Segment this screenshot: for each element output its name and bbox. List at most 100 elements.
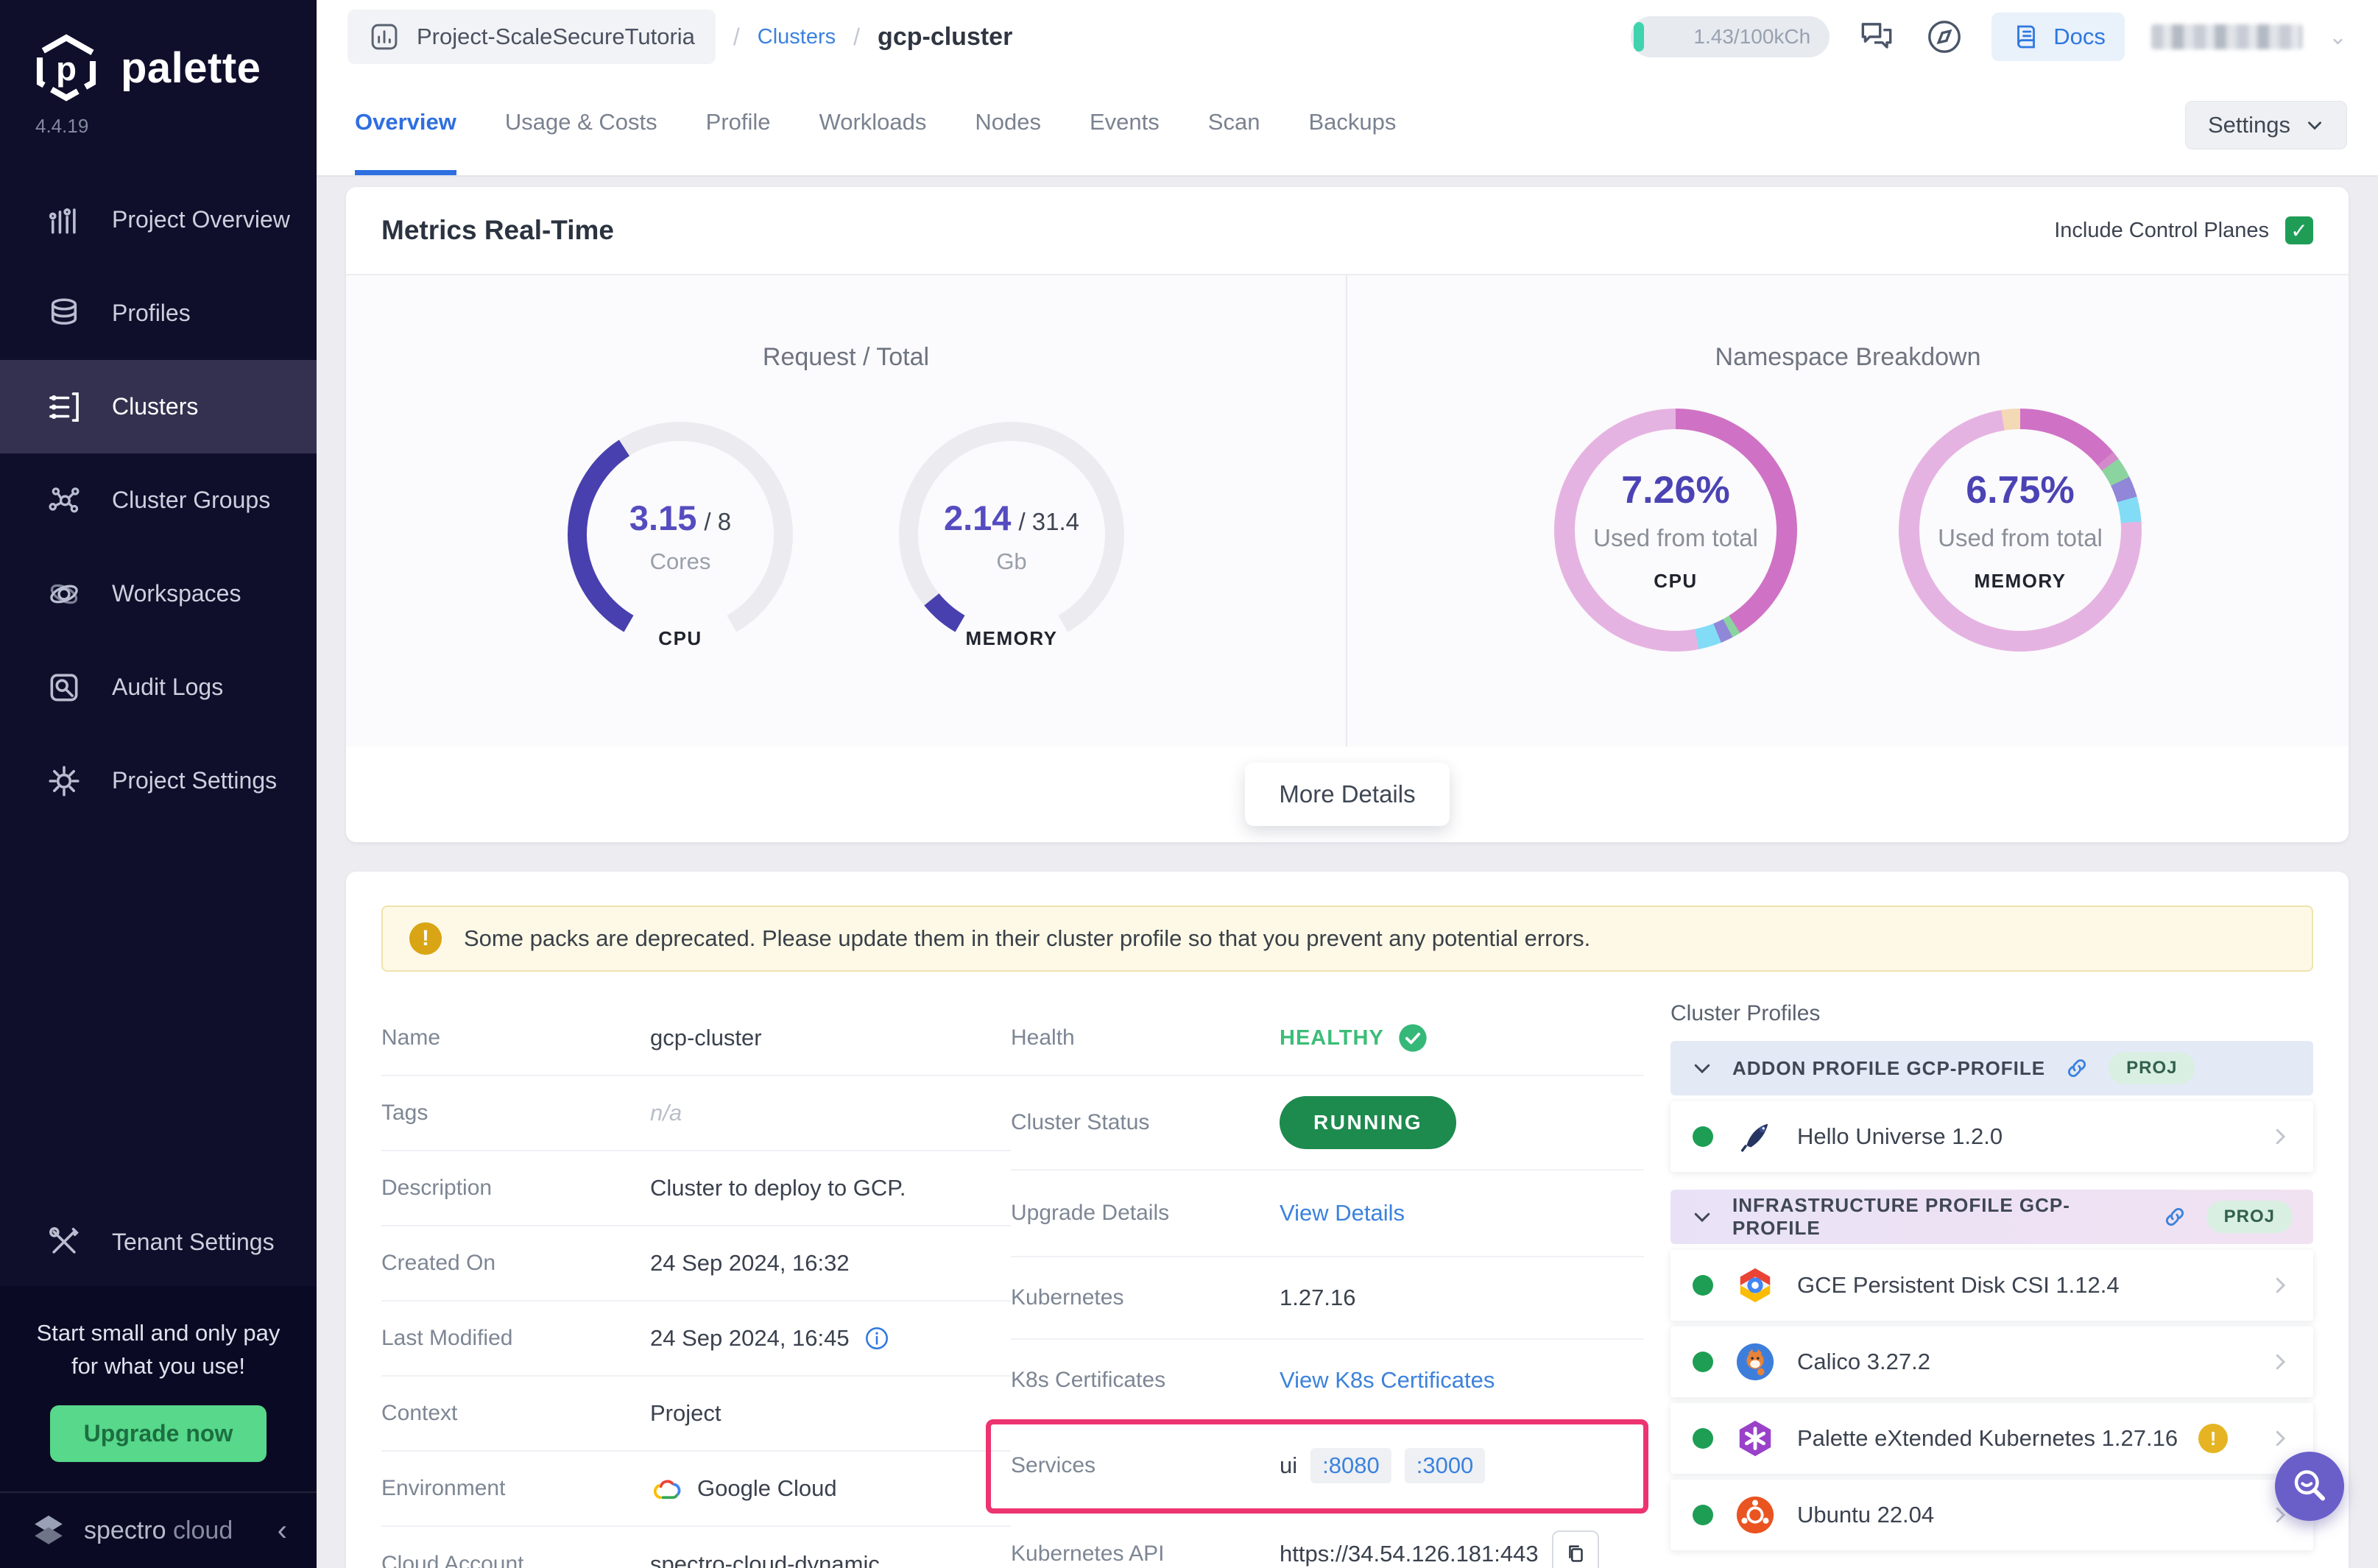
infrastructure-profile-header[interactable]: INFRASTRUCTURE PROFILE GCP-PROFILE PROJ bbox=[1670, 1190, 2313, 1244]
layers-icon bbox=[46, 295, 82, 332]
request-total-panel: Request / Total bbox=[346, 275, 1347, 746]
topbar-right: 1.43/100kCh Docs ⌄ bbox=[1631, 13, 2347, 61]
memory-gauge: 2.14 / 31.4 Gb MEMORY bbox=[890, 413, 1133, 656]
service-port-link[interactable]: :8080 bbox=[1310, 1448, 1391, 1483]
palette-logo-icon: p bbox=[31, 32, 102, 103]
breadcrumb-clusters-link[interactable]: Clusters bbox=[758, 25, 836, 49]
memory-donut-percent: 6.75% bbox=[1966, 468, 2074, 512]
profile-pack-ubuntu[interactable]: Ubuntu 22.04 bbox=[1670, 1480, 2313, 1550]
sidebar-item-label: Tenant Settings bbox=[112, 1229, 275, 1256]
sidebar-item-label: Project Overview bbox=[112, 206, 290, 233]
tab-backups[interactable]: Backups bbox=[1308, 74, 1396, 175]
profile-pack-palette-extended-k8s[interactable]: Palette eXtended Kubernetes 1.27.16 ! bbox=[1670, 1403, 2313, 1474]
breadcrumb-separator: / bbox=[733, 24, 740, 51]
tab-workloads[interactable]: Workloads bbox=[819, 74, 927, 175]
info-icon[interactable] bbox=[863, 1324, 891, 1352]
ubuntu-icon bbox=[1734, 1494, 1777, 1536]
content: Metrics Real-Time Include Control Planes… bbox=[317, 177, 2378, 1568]
compass-icon[interactable] bbox=[1924, 16, 1965, 57]
include-control-planes-checkbox[interactable]: ✓ bbox=[2285, 216, 2313, 244]
chevron-down-icon bbox=[1691, 1206, 1713, 1228]
sidebar-item-project-overview[interactable]: Project Overview bbox=[0, 173, 317, 266]
user-menu-chevron-icon[interactable]: ⌄ bbox=[2329, 24, 2347, 50]
view-k8s-certificates-link[interactable]: View K8s Certificates bbox=[1280, 1367, 1495, 1394]
calico-icon bbox=[1734, 1341, 1777, 1383]
chevron-right-icon bbox=[2269, 1427, 2291, 1449]
app-version: 4.4.19 bbox=[0, 115, 317, 138]
memory-gauge-value: 2.14 / 31.4 Gb bbox=[890, 413, 1133, 656]
upgrade-now-button[interactable]: Upgrade now bbox=[50, 1405, 267, 1462]
tab-scan[interactable]: Scan bbox=[1208, 74, 1260, 175]
deprecated-packs-banner: ! Some packs are deprecated. Please upda… bbox=[381, 905, 2313, 972]
cluster-profiles-panel: Cluster Profiles ADDON PROFILE GCP-PROFI… bbox=[1644, 1001, 2313, 1568]
sidebar-item-label: Workspaces bbox=[112, 580, 241, 607]
health-status-text: HEALTHY bbox=[1280, 1026, 1384, 1050]
project-chart-icon bbox=[368, 21, 401, 53]
tab-profile[interactable]: Profile bbox=[706, 74, 771, 175]
main-area: Project-ScaleSecureTutoria / Clusters / … bbox=[317, 0, 2378, 1568]
tab-events[interactable]: Events bbox=[1090, 74, 1160, 175]
detail-row-kubernetes: Kubernetes 1.27.16 bbox=[1011, 1257, 1644, 1340]
services-row-wrap: Services ui :8080 :3000 bbox=[1011, 1422, 1644, 1511]
magnifier-smile-icon bbox=[2290, 1466, 2329, 1506]
feedback-chat-icon[interactable] bbox=[1856, 16, 1897, 57]
sidebar-item-clusters[interactable]: Clusters bbox=[0, 360, 317, 453]
user-name-blurred[interactable] bbox=[2151, 24, 2302, 49]
cluster-tabbar: Overview Usage & Costs Profile Workloads… bbox=[317, 74, 2378, 177]
sidebar-item-project-settings[interactable]: Project Settings bbox=[0, 734, 317, 827]
link-icon bbox=[2162, 1204, 2187, 1229]
metrics-header: Metrics Real-Time Include Control Planes… bbox=[346, 187, 2349, 275]
chevron-down-icon bbox=[2305, 116, 2324, 135]
pack-status-dot bbox=[1693, 1126, 1713, 1147]
kubernetes-api-url: https://34.54.126.181:443 bbox=[1280, 1541, 1539, 1567]
view-details-link[interactable]: View Details bbox=[1280, 1200, 1405, 1226]
settings-dropdown-button[interactable]: Settings bbox=[2185, 101, 2347, 149]
copy-button[interactable] bbox=[1552, 1530, 1599, 1568]
project-selector[interactable]: Project-ScaleSecureTutoria bbox=[347, 10, 716, 64]
sidebar-item-workspaces[interactable]: Workspaces bbox=[0, 547, 317, 640]
sidebar-item-tenant-settings[interactable]: Tenant Settings bbox=[0, 1198, 317, 1286]
tab-overview[interactable]: Overview bbox=[355, 74, 456, 175]
sidebar-spacer bbox=[0, 827, 317, 1198]
namespace-breakdown-title: Namespace Breakdown bbox=[1715, 343, 1981, 372]
audit-log-icon bbox=[46, 669, 82, 706]
profile-pack-gce-csi[interactable]: GCE Persistent Disk CSI 1.12.4 bbox=[1670, 1250, 2313, 1321]
addon-profile-header[interactable]: ADDON PROFILE GCP-PROFILE PROJ bbox=[1670, 1041, 2313, 1095]
include-control-planes: Include Control Planes ✓ bbox=[2054, 216, 2313, 244]
more-details-button[interactable]: More Details bbox=[1245, 763, 1449, 826]
sidebar-item-cluster-groups[interactable]: Cluster Groups bbox=[0, 453, 317, 547]
pack-status-dot bbox=[1693, 1505, 1713, 1525]
detail-row-name: Name gcp-cluster bbox=[381, 1001, 1011, 1076]
profile-pack-hello-universe[interactable]: Hello Universe 1.2.0 bbox=[1670, 1101, 2313, 1172]
docs-button[interactable]: Docs bbox=[1991, 13, 2125, 61]
donut-row: 7.26% Used from total CPU 6.75% Used fro… bbox=[1554, 409, 2142, 651]
gear-icon bbox=[46, 763, 82, 799]
credits-value: 1.43/100kCh bbox=[1693, 25, 1810, 49]
tab-usage-costs[interactable]: Usage & Costs bbox=[505, 74, 657, 175]
sidebar-footer: spectro cloud ‹ bbox=[0, 1491, 317, 1568]
warning-text: Some packs are deprecated. Please update… bbox=[464, 925, 1590, 952]
pxk-icon bbox=[1734, 1417, 1777, 1460]
gauge-row: 3.15 / 8 Cores CPU bbox=[559, 413, 1133, 656]
network-nodes-icon bbox=[46, 482, 82, 519]
service-port-link[interactable]: :3000 bbox=[1405, 1448, 1486, 1483]
brand-logo: p palette bbox=[0, 0, 317, 107]
cpu-gauge-label: CPU bbox=[559, 627, 802, 650]
namespace-breakdown-panel: Namespace Breakdown 7.26% Used from tota… bbox=[1347, 275, 2349, 746]
sidebar-item-audit-logs[interactable]: Audit Logs bbox=[0, 640, 317, 734]
tab-nodes[interactable]: Nodes bbox=[975, 74, 1041, 175]
service-name: ui bbox=[1280, 1452, 1297, 1479]
profile-pack-calico[interactable]: Calico 3.27.2 bbox=[1670, 1327, 2313, 1397]
support-search-fab[interactable] bbox=[2275, 1452, 2344, 1521]
collapse-sidebar-icon[interactable]: ‹ bbox=[278, 1514, 287, 1547]
proj-badge: PROJ bbox=[2109, 1052, 2195, 1084]
upgrade-panel: Start small and only pay for what you us… bbox=[0, 1286, 317, 1491]
breadcrumb-separator: / bbox=[853, 24, 860, 51]
gce-persistent-disk-icon bbox=[1734, 1264, 1777, 1307]
hello-universe-icon bbox=[1734, 1115, 1777, 1158]
detail-row-tags: Tags n/a bbox=[381, 1076, 1011, 1151]
cpu-gauge-value: 3.15 / 8 Cores bbox=[559, 413, 802, 656]
sidebar-item-profiles[interactable]: Profiles bbox=[0, 266, 317, 360]
sidebar-nav: Project Overview Profiles Clusters bbox=[0, 173, 317, 827]
namespace-cpu-donut: 7.26% Used from total CPU bbox=[1554, 409, 1797, 651]
